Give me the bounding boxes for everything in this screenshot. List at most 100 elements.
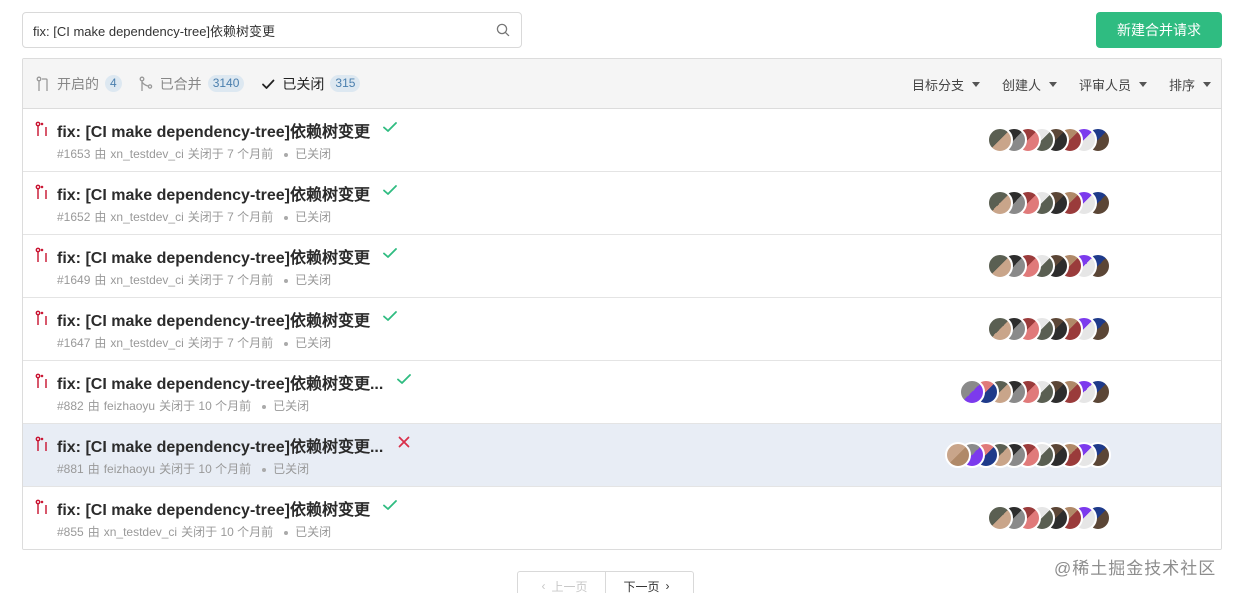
- filter-sort-label: 排序: [1168, 77, 1195, 93]
- closed-time: 关闭于 10 个月前: [159, 399, 252, 413]
- reviewer-avatars: [987, 253, 1111, 279]
- merge-request-number[interactable]: #1652: [57, 210, 90, 224]
- merge-request-meta: #1647 由 xn_testdev_ci 关闭于 7 个月前 已关闭: [57, 334, 331, 351]
- merge-request-number[interactable]: #1647: [57, 336, 90, 350]
- avatar[interactable]: [987, 253, 1013, 279]
- reviewer-avatars: [987, 127, 1111, 153]
- author-name[interactable]: xn_testdev_ci: [110, 147, 183, 161]
- filter-reviewer-label: 评审人员: [1078, 77, 1131, 93]
- list-item[interactable]: fix: [CI make dependency-tree]依赖树变更... #8…: [23, 424, 1221, 487]
- author-name[interactable]: feizhaoyu: [104, 462, 155, 476]
- filter-author-label: 创建人: [1001, 77, 1041, 93]
- state-label: 已关闭: [273, 399, 310, 413]
- merge-request-number[interactable]: #881: [57, 462, 84, 476]
- avatar[interactable]: [987, 127, 1013, 153]
- list-item[interactable]: fix: [CI make dependency-tree]依赖树变更 #855 由…: [23, 487, 1221, 549]
- state-label: 已关闭: [295, 336, 332, 350]
- meta-by: 由: [87, 525, 100, 539]
- merge-request-number[interactable]: #1653: [57, 147, 90, 161]
- reviewer-avatars: [987, 505, 1111, 531]
- merge-request-title[interactable]: fix: [CI make dependency-tree]依赖树变更: [57, 496, 370, 520]
- merge-request-closed-icon: [35, 121, 49, 137]
- merge-request-number[interactable]: #1649: [57, 273, 90, 287]
- author-name[interactable]: feizhaoyu: [104, 399, 155, 413]
- merge-request-closed-icon: [35, 499, 49, 515]
- state-label: 已关闭: [295, 273, 332, 287]
- new-merge-request-button[interactable]: 新建合并请求: [1096, 12, 1222, 48]
- separator-dot: [284, 530, 289, 535]
- avatar[interactable]: [987, 190, 1013, 216]
- separator-dot: [284, 215, 289, 220]
- tab-merged[interactable]: 已合并 3140: [138, 74, 245, 94]
- list-item[interactable]: fix: [CI make dependency-tree]依赖树变更 #1647…: [23, 298, 1221, 361]
- search-input[interactable]: [33, 22, 495, 38]
- merge-request-title[interactable]: fix: [CI make dependency-tree]依赖树变更: [57, 118, 370, 142]
- tab-closed-label: 已关闭: [282, 75, 325, 92]
- merge-request-title[interactable]: fix: [CI make dependency-tree]依赖树变更: [57, 307, 370, 331]
- list-item[interactable]: fix: [CI make dependency-tree]依赖树变更 #1653…: [23, 109, 1221, 172]
- reviewer-avatars: [945, 442, 1111, 468]
- meta-by: 由: [94, 147, 107, 161]
- separator-dot: [284, 152, 289, 157]
- avatar[interactable]: [945, 442, 971, 468]
- filter-author[interactable]: 创建人: [1002, 75, 1057, 94]
- next-page-button[interactable]: 下一页 ›: [606, 572, 693, 593]
- list-item[interactable]: fix: [CI make dependency-tree]依赖树变更... #8…: [23, 361, 1221, 424]
- merge-request-meta: #1652 由 xn_testdev_ci 关闭于 7 个月前 已关闭: [57, 208, 331, 225]
- author-name[interactable]: xn_testdev_ci: [110, 336, 183, 350]
- merge-request-title[interactable]: fix: [CI make dependency-tree]依赖树变更...: [57, 370, 383, 394]
- merge-request-meta: #881 由 feizhaoyu 关闭于 10 个月前 已关闭: [57, 460, 309, 477]
- pull-request-open-icon: [35, 76, 51, 92]
- cross-icon: [395, 433, 413, 451]
- separator-dot: [284, 341, 289, 346]
- reviewer-avatars: [987, 190, 1111, 216]
- search-box[interactable]: [22, 12, 522, 48]
- prev-page-button[interactable]: ‹ 上一页: [518, 572, 606, 593]
- author-name[interactable]: xn_testdev_ci: [110, 210, 183, 224]
- avatar[interactable]: [959, 379, 985, 405]
- merge-request-title[interactable]: fix: [CI make dependency-tree]依赖树变更: [57, 181, 370, 205]
- avatar[interactable]: [987, 316, 1013, 342]
- search-icon[interactable]: [495, 22, 511, 38]
- author-name[interactable]: xn_testdev_ci: [104, 525, 177, 539]
- avatar[interactable]: [987, 505, 1013, 531]
- pagination: ‹ 上一页 下一页 ›: [517, 571, 694, 593]
- list-item[interactable]: fix: [CI make dependency-tree]依赖树变更 #1649…: [23, 235, 1221, 298]
- next-page-label: 下一页: [623, 579, 660, 593]
- merge-request-title[interactable]: fix: [CI make dependency-tree]依赖树变更...: [57, 433, 383, 457]
- meta-by: 由: [87, 462, 100, 476]
- tab-merged-label: 已合并: [159, 75, 202, 92]
- merge-request-closed-icon: [35, 310, 49, 326]
- merge-request-title[interactable]: fix: [CI make dependency-tree]依赖树变更: [57, 244, 370, 268]
- tab-open[interactable]: 开启的 4: [35, 74, 122, 94]
- separator-dot: [284, 278, 289, 283]
- prev-page-label: 上一页: [551, 579, 588, 593]
- tab-open-count: 4: [105, 75, 122, 92]
- list-item[interactable]: fix: [CI make dependency-tree]依赖树变更 #1652…: [23, 172, 1221, 235]
- merge-request-number[interactable]: #855: [57, 525, 84, 539]
- state-label: 已关闭: [295, 210, 332, 224]
- filter-target-branch-label: 目标分支: [911, 77, 964, 93]
- filter-sort[interactable]: 排序: [1169, 75, 1211, 94]
- meta-by: 由: [94, 273, 107, 287]
- tab-closed[interactable]: 已关闭 315: [260, 74, 361, 94]
- merge-request-closed-icon: [35, 184, 49, 200]
- author-name[interactable]: xn_testdev_ci: [110, 273, 183, 287]
- separator-dot: [262, 467, 267, 472]
- filter-target-branch[interactable]: 目标分支: [912, 75, 980, 94]
- reviewer-avatars: [987, 316, 1111, 342]
- separator-dot: [262, 404, 267, 409]
- check-icon: [381, 244, 399, 262]
- check-icon: [381, 181, 399, 199]
- tab-closed-count: 315: [330, 75, 361, 92]
- check-icon: [381, 307, 399, 325]
- merge-request-closed-icon: [35, 247, 49, 263]
- merge-request-closed-icon: [35, 373, 49, 389]
- closed-time: 关闭于 7 个月前: [187, 210, 274, 224]
- check-icon: [381, 118, 399, 136]
- merge-request-number[interactable]: #882: [57, 399, 84, 413]
- merge-request-meta: #1649 由 xn_testdev_ci 关闭于 7 个月前 已关闭: [57, 271, 331, 288]
- filter-reviewer[interactable]: 评审人员: [1079, 75, 1147, 94]
- filter-bar: 目标分支 创建人 评审人员 排序: [890, 59, 1211, 109]
- merge-request-closed-icon: [35, 436, 49, 452]
